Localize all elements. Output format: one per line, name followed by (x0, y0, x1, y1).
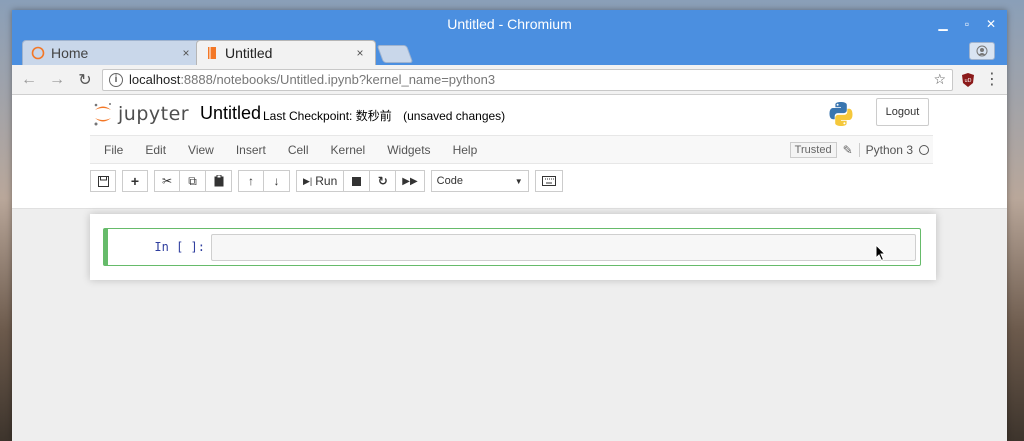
menu-file[interactable]: File (92, 143, 134, 157)
checkpoint-status: Last Checkpoint: 数秒前 (unsaved changes) (263, 107, 505, 124)
jupyter-logo[interactable]: jupyter (92, 101, 189, 127)
menu-widgets[interactable]: Widgets (376, 143, 441, 157)
window-controls: ▁ ▫ ✕ (933, 10, 1001, 38)
paste-icon (214, 175, 223, 187)
plus-icon: + (130, 173, 140, 189)
arrow-up-icon: ↑ (248, 174, 254, 188)
paste-button[interactable] (206, 170, 232, 192)
move-button-group: ↑ ↓ (238, 170, 290, 192)
kernel-status-area: Trusted ✎ Python 3 (789, 141, 933, 158)
url-host: localhost (129, 72, 181, 87)
kernel-name: Python 3 (858, 142, 913, 157)
menu-insert[interactable]: Insert (225, 143, 277, 157)
minimize-icon[interactable]: ▁ (933, 14, 953, 34)
input-prompt: In [ ]: (154, 240, 205, 254)
back-icon[interactable]: ← (18, 69, 40, 91)
copy-icon: ⧉ (188, 173, 197, 188)
checkpoint-time: 数秒前 (355, 109, 392, 123)
close-tab-icon[interactable]: × (179, 46, 193, 60)
run-button-group: ▶| Run ↻ ▶▶ (296, 170, 425, 192)
insert-cell-below-button[interactable]: + (122, 170, 148, 192)
jupyter-logo-text: jupyter (118, 103, 190, 125)
copy-button[interactable]: ⧉ (180, 170, 206, 192)
cell-type-value: Code (436, 175, 463, 187)
clipboard-button-group: ✂ ⧉ (154, 170, 232, 192)
jupyter-favicon-icon (31, 46, 45, 60)
browser-window: Untitled - Chromium ▁ ▫ ✕ Home × Untitle… (12, 10, 1007, 441)
cell-input-editor[interactable] (211, 233, 916, 261)
notebook-toolbar: + ✂ ⧉ ↑ ↓ ▶| Run ↻ ▶▶ Code ▼ (90, 169, 563, 193)
fast-forward-icon: ▶▶ (402, 175, 418, 187)
menu-view[interactable]: View (177, 143, 225, 157)
keyboard-icon (541, 176, 556, 186)
logout-button[interactable]: Logout (876, 98, 929, 126)
ublock-extension-icon[interactable]: uD (959, 71, 977, 89)
tab-title: Home (51, 45, 89, 61)
close-tab-icon[interactable]: × (353, 46, 367, 60)
mouse-pointer-icon (875, 243, 887, 261)
save-icon (97, 175, 109, 187)
dropdown-caret-icon: ▼ (514, 176, 523, 186)
autosave-status: (unsaved changes) (403, 109, 506, 123)
arrow-down-icon: ↓ (273, 174, 280, 188)
site-info-icon[interactable]: i (109, 72, 123, 87)
browser-toolbar: ← → ↻ i localhost :8888/notebooks/Untitl… (12, 65, 1007, 95)
trusted-indicator[interactable]: Trusted (789, 141, 837, 158)
cut-button[interactable]: ✂ (154, 170, 180, 192)
run-label: Run (315, 174, 338, 188)
run-button[interactable]: ▶| Run (296, 170, 345, 192)
menu-cell[interactable]: Cell (277, 143, 320, 157)
url-path: :8888/notebooks/Untitled.ipynb?kernel_na… (180, 72, 496, 87)
tab-untitled[interactable]: Untitled × (196, 40, 376, 65)
menu-edit[interactable]: Edit (134, 143, 177, 157)
notebook-container: In [ ]: (90, 214, 936, 280)
reload-icon[interactable]: ↻ (74, 69, 96, 91)
menu-help[interactable]: Help (442, 143, 489, 157)
profile-icon[interactable] (969, 42, 995, 60)
kernel-idle-indicator-icon (919, 144, 929, 155)
command-palette-button[interactable] (534, 170, 563, 192)
cell-type-select[interactable]: Code ▼ (430, 170, 529, 192)
jupyter-page: jupyter Untitled Last Checkpoint: 数秒前 (u… (12, 95, 1007, 441)
tab-home[interactable]: Home × (22, 40, 202, 65)
svg-text:uD: uD (964, 78, 971, 84)
scissors-icon: ✂ (161, 174, 173, 188)
forward-icon[interactable]: → (46, 69, 68, 91)
window-title: Untitled - Chromium (447, 16, 572, 32)
move-up-button[interactable]: ↑ (238, 170, 264, 192)
address-bar[interactable]: i localhost :8888/notebooks/Untitled.ipy… (102, 68, 953, 91)
edit-mode-pencil-icon: ✎ (842, 142, 853, 157)
checkpoint-label: Last Checkpoint: (263, 109, 353, 123)
maximize-icon[interactable]: ▫ (957, 14, 977, 34)
notebook-favicon-icon (205, 46, 219, 60)
menu-kernel[interactable]: Kernel (320, 143, 377, 157)
stop-icon (352, 176, 362, 186)
window-titlebar[interactable]: Untitled - Chromium ▁ ▫ ✕ (12, 10, 1007, 38)
save-button[interactable] (90, 170, 116, 192)
jupyter-logo-icon (94, 103, 111, 126)
notebook-menubar: File Edit View Insert Cell Kernel Widget… (90, 135, 933, 164)
restart-kernel-button[interactable]: ↻ (370, 170, 397, 192)
interrupt-kernel-button[interactable] (344, 170, 371, 192)
close-window-icon[interactable]: ✕ (981, 14, 1001, 34)
tab-strip: Home × Untitled × (12, 38, 1007, 65)
browser-menu-icon[interactable]: ⋮ (983, 71, 1001, 87)
python-logo-icon (828, 101, 854, 130)
bookmark-star-icon[interactable]: ☆ (933, 71, 946, 88)
tab-title: Untitled (225, 45, 273, 61)
notebook-name[interactable]: Untitled (200, 103, 261, 124)
code-cell[interactable]: In [ ]: (103, 228, 921, 266)
step-forward-icon: ▶| (303, 175, 313, 186)
jupyter-header: jupyter Untitled Last Checkpoint: 数秒前 (u… (12, 95, 1007, 209)
restart-icon: ↻ (377, 174, 388, 188)
restart-run-all-button[interactable]: ▶▶ (396, 170, 425, 192)
move-down-button[interactable]: ↓ (264, 170, 290, 192)
new-tab-button[interactable] (376, 45, 414, 63)
